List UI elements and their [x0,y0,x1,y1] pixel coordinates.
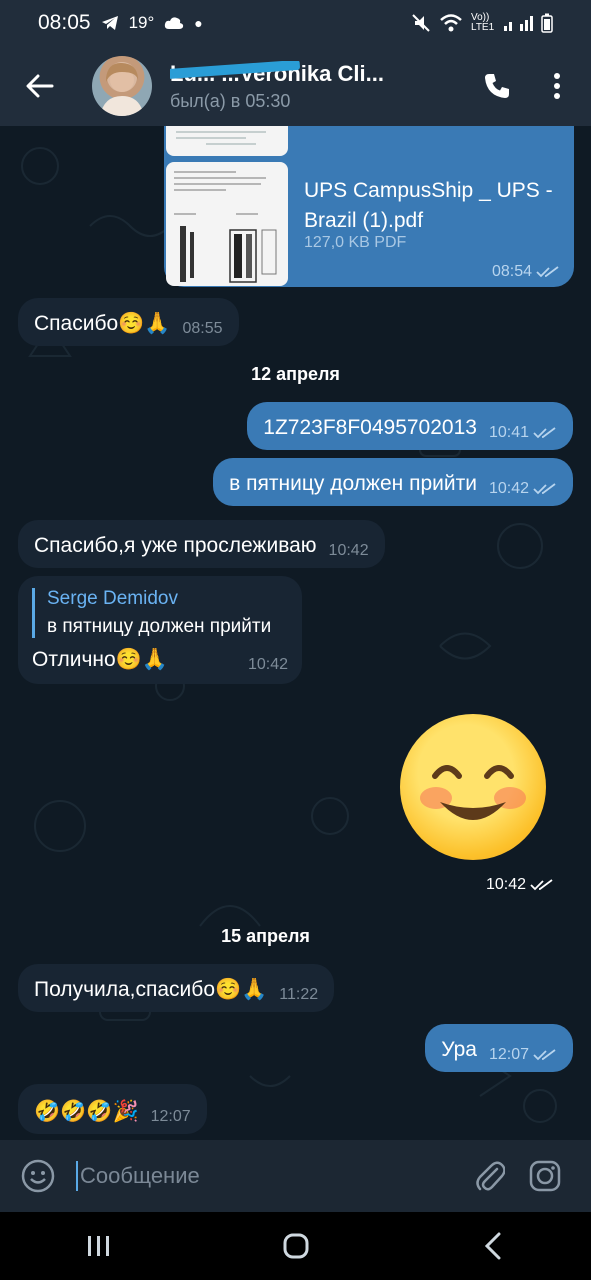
message-time: 11:22 [279,986,319,1003]
attach-button[interactable] [465,1151,515,1201]
date-separator: 15 апреля [221,926,310,946]
camera-icon [529,1160,561,1192]
date-separator: 12 апреля [251,364,340,384]
smiley-icon [21,1159,55,1193]
back-button[interactable] [0,46,80,126]
last-seen-status: был(а) в 05:30 [170,90,291,111]
chevron-left-icon [484,1232,500,1260]
home-button[interactable] [266,1216,326,1276]
double-check-icon [533,427,556,439]
arrow-left-icon [26,74,54,98]
reply-author: Serge Demidov [47,588,178,609]
message-text: Спасибо☺️🙏 [34,312,171,335]
status-bar: 08:05 19° ● Vo)) LTE1 [0,0,591,46]
message-text: 🤣🤣🤣🎉 [34,1100,139,1123]
message-incoming-reply[interactable]: Serge Demidov в пятницу должен прийти От… [18,576,302,684]
message-text: 1Z723F8F0495702013 [263,416,477,439]
wifi-icon [439,14,463,32]
message-time: 10:41 [489,424,557,442]
recents-icon [87,1236,109,1256]
message-time: 08:54 [492,263,560,281]
more-vertical-icon [554,73,560,99]
system-nav-bar [0,1212,591,1280]
network-label: Vo)) LTE1 [471,12,495,33]
text-cursor [76,1161,78,1191]
reply-quote[interactable]: Serge Demidov в пятницу должен прийти [32,588,271,638]
cloud-icon [164,16,184,30]
emoji-button[interactable] [16,1154,60,1198]
message-time: 12:07 [489,1046,557,1064]
file-size: 127,0 KB PDF [304,234,407,251]
home-icon [283,1233,308,1259]
paperclip-icon [476,1161,505,1191]
file-name[interactable]: UPS CampusShip _ UPS - Brazil (1).pdf [304,176,564,236]
status-time: 08:05 [38,11,91,34]
double-check-icon [530,879,553,891]
message-input[interactable] [80,1163,460,1189]
message-time: 10:42 [247,656,288,673]
message-time: 10:42 [328,542,369,559]
call-button[interactable] [467,56,527,116]
message-input-field[interactable] [76,1156,465,1196]
status-temp: 19° [128,13,155,32]
message-incoming[interactable]: 🤣🤣🤣🎉 12:07 [18,1084,207,1134]
message-outgoing[interactable]: Ура 12:07 [425,1024,573,1072]
message-time: 12:07 [150,1108,191,1125]
message-text: в пятницу должен прийти [229,472,477,495]
chat-header: Lu... ...Veronika Cli... был(а) в 05:30 [0,46,591,126]
message-text: Отлично☺️🙏 [32,648,168,671]
chat-area[interactable]: UPS CampusShip _ UPS - Brazil (1).pdf 12… [0,126,591,1140]
chat-title[interactable]: Lu... ...Veronika Cli... [170,60,435,87]
camera-button[interactable] [515,1151,575,1201]
message-outgoing[interactable]: в пятницу должен прийти 10:42 [213,458,573,506]
signal-icon [503,14,533,32]
telegram-notification-icon [101,15,119,31]
status-dot: ● [194,15,203,31]
message-incoming[interactable]: Спасибо☺️🙏 08:55 [18,298,239,346]
message-incoming[interactable]: Спасибо,я уже прослеживаю 10:42 [18,520,385,568]
message-text: Спасибо,я уже прослеживаю [34,534,317,557]
battery-icon [541,13,553,33]
smiling-face-sticker[interactable] [400,714,546,860]
double-check-icon [533,1049,556,1061]
message-text: Получила,спасибо☺️🙏 [34,978,268,1001]
message-outgoing[interactable]: 1Z723F8F0495702013 10:41 [247,402,573,450]
double-check-icon [536,266,559,278]
double-check-icon [533,483,556,495]
reply-text: в пятницу должен прийти [47,616,272,637]
message-text: Ура [441,1038,477,1061]
message-time: 10:42 [489,480,557,498]
message-time: 10:42 [486,876,554,894]
back-nav-button[interactable] [463,1216,523,1276]
message-composer [0,1140,591,1212]
mute-icon [411,13,431,33]
message-incoming[interactable]: Получила,спасибо☺️🙏 11:22 [18,964,335,1012]
file-thumbnail[interactable] [166,162,288,286]
menu-button[interactable] [527,56,587,116]
file-message[interactable]: UPS CampusShip _ UPS - Brazil (1).pdf 12… [164,126,574,287]
avatar[interactable] [92,56,152,116]
recents-button[interactable] [69,1216,129,1276]
file-thumbnail-top [166,126,288,156]
message-time: 08:55 [182,320,223,337]
phone-icon [485,74,509,98]
